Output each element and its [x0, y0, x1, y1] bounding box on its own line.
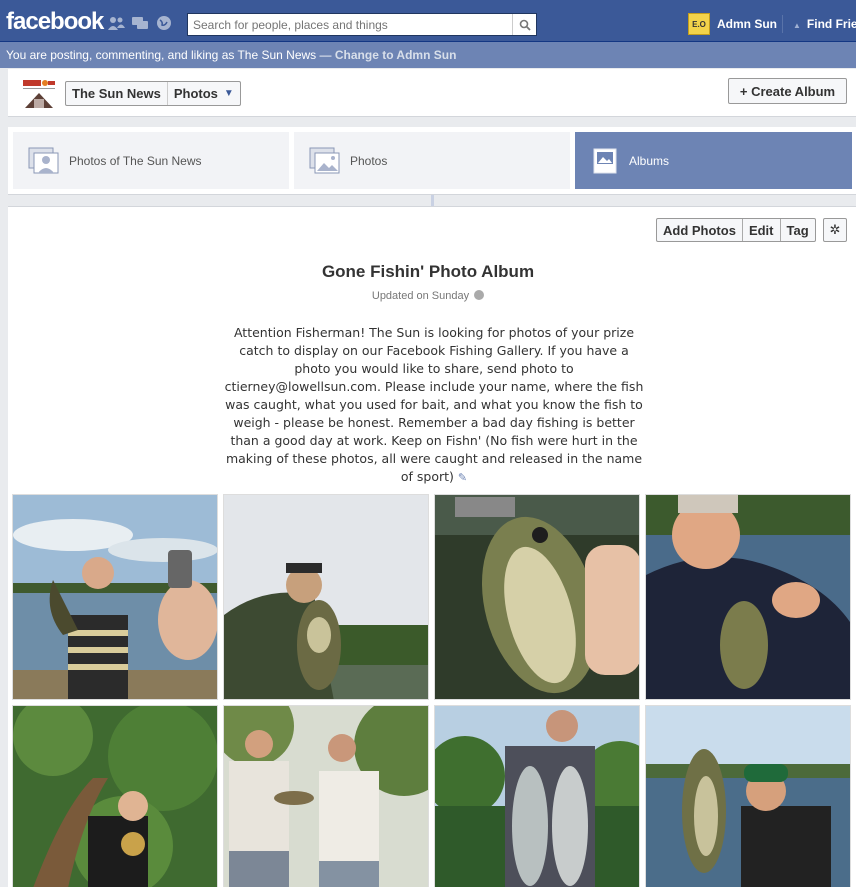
top-navigation-bar: facebook E.O Admn Sun ▲ Find Friends	[0, 0, 856, 42]
album-title: Gone Fishin' Photo Album	[321, 262, 535, 281]
photo-man-lake-bass	[646, 706, 850, 887]
updated-text: Updated on Sunday	[371, 290, 470, 302]
breadcrumb-page-name[interactable]: The Sun News	[66, 82, 168, 105]
facebook-logo[interactable]: facebook	[6, 8, 104, 36]
nav-divider	[782, 15, 783, 33]
tab-label: Photos of The Sun News	[69, 153, 202, 168]
photo-man-smiling-fish	[646, 495, 850, 699]
photo-bass-closeup	[435, 495, 639, 699]
photo-boy-holding-fish	[13, 495, 217, 699]
search-button[interactable]	[512, 14, 536, 35]
photo-man-two-bass	[435, 706, 639, 887]
album-updated: Updated on Sunday	[0, 290, 856, 302]
notifications-globe-icon[interactable]	[155, 15, 173, 31]
user-name: Admn Sun	[717, 17, 777, 31]
find-friends-label: Find Friends	[806, 17, 856, 31]
avatar-text: E.O	[692, 19, 706, 29]
album-photo[interactable]	[12, 705, 218, 887]
photo-kid-trail	[13, 706, 217, 887]
search-icon	[519, 19, 531, 31]
chevron-down-icon: ▼	[223, 88, 234, 99]
tag-button[interactable]: Tag	[781, 219, 815, 241]
album-photo[interactable]	[645, 705, 851, 887]
photos-of-icon	[28, 147, 59, 173]
notification-jewels	[107, 15, 173, 31]
change-identity-link[interactable]: Change to Admn Sun	[335, 48, 457, 62]
photos-icon	[309, 147, 340, 173]
friend-requests-icon[interactable]	[107, 15, 125, 31]
messages-icon[interactable]	[131, 15, 149, 31]
tab-albums[interactable]: Albums	[575, 132, 852, 189]
photo-two-men-fish	[224, 706, 428, 887]
privacy-globe-icon[interactable]	[474, 290, 485, 300]
section-label: Photos	[173, 86, 218, 101]
album-photo[interactable]	[223, 705, 429, 887]
description-text: Attention Fisherman! The Sun is looking …	[224, 325, 644, 484]
add-photos-button[interactable]: Add Photos	[657, 219, 743, 241]
posting-as-text: You are posting, commenting, and liking …	[6, 48, 335, 62]
find-friends-link[interactable]: ▲ Find Friends	[793, 17, 856, 31]
edit-album-button[interactable]: Edit	[743, 219, 781, 241]
album-photo[interactable]	[434, 705, 640, 887]
user-profile-link[interactable]: E.O Admn Sun	[688, 13, 777, 35]
album-photo[interactable]	[223, 494, 429, 700]
page-breadcrumb: The Sun News Photos ▼	[65, 81, 241, 106]
tab-label: Albums	[629, 153, 670, 168]
album-photo[interactable]	[434, 494, 640, 700]
album-photo[interactable]	[12, 494, 218, 700]
caret-up-icon: ▲	[793, 21, 801, 30]
edit-pencil-icon[interactable]: ✎	[458, 471, 467, 484]
tab-pointer	[431, 195, 434, 206]
tab-photos-of-page[interactable]: Photos of The Sun News	[13, 132, 289, 189]
avatar: E.O	[688, 13, 710, 35]
gear-icon: ✲	[829, 222, 841, 237]
section-selector[interactable]: Photos ▼	[168, 82, 240, 105]
albums-icon	[593, 148, 617, 173]
search-input[interactable]	[188, 14, 508, 35]
create-album-button[interactable]: + Create Album	[728, 78, 847, 104]
tab-label: Photos	[350, 153, 388, 168]
album-options-button[interactable]: ✲	[823, 218, 847, 242]
posting-as-bar: You are posting, commenting, and liking …	[0, 42, 856, 68]
page-profile-thumbnail[interactable]	[22, 79, 56, 109]
tab-photos[interactable]: Photos	[294, 132, 570, 189]
search-box	[187, 13, 537, 36]
album-action-buttons: Add Photos Edit Tag	[656, 218, 816, 242]
photo-man-cap-fish	[224, 495, 428, 699]
album-description: Attention Fisherman! The Sun is looking …	[222, 324, 646, 487]
album-photo[interactable]	[645, 494, 851, 700]
